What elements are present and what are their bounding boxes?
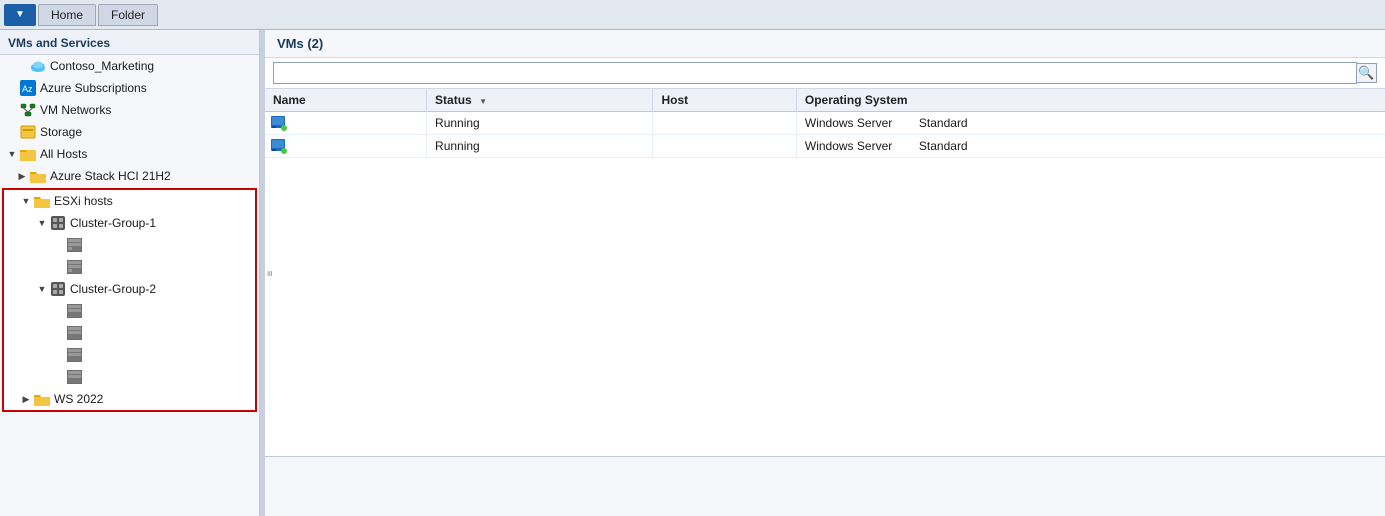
folder-yellow-icon <box>34 391 50 407</box>
sidebar-item-host-2c[interactable] <box>4 344 255 366</box>
tab-folder[interactable]: Folder <box>98 4 158 26</box>
sidebar-header: VMs and Services <box>0 30 259 55</box>
expand-arrow <box>52 349 64 361</box>
storage-icon <box>20 124 36 140</box>
content-title: VMs (2) <box>277 36 323 51</box>
table-header-row: Name Status ▼ Host Operating System <box>265 89 1385 112</box>
vm-status-cell: Running <box>427 112 653 135</box>
expand-arrow <box>6 148 18 160</box>
folder-icon <box>20 146 36 162</box>
table-row[interactable]: Running Windows Server Standard <box>265 135 1385 158</box>
azure-icon: Az <box>20 80 36 96</box>
content-header: VMs (2) <box>265 30 1385 58</box>
host-icon <box>66 369 82 385</box>
sidebar-item-ws-2022[interactable]: WS 2022 <box>4 388 255 410</box>
sidebar-item-label: VM Networks <box>40 103 111 117</box>
main-content: VMs (2) 🔍 Name Status ▼ <box>265 30 1385 516</box>
sidebar-item-cluster-group-1[interactable]: Cluster-Group-1 <box>4 212 255 234</box>
expand-arrow <box>52 239 64 251</box>
sidebar-item-label: ESXi hosts <box>54 194 113 208</box>
sidebar-item-host-1a[interactable] <box>4 234 255 256</box>
host-icon <box>66 259 82 275</box>
sidebar-item-all-hosts[interactable]: All Hosts <box>0 143 259 165</box>
search-input[interactable] <box>273 62 1357 84</box>
sidebar-item-contoso-marketing[interactable]: Contoso_Marketing <box>0 55 259 77</box>
vm-host-cell <box>653 112 796 135</box>
sidebar-item-azure-stack-hci[interactable]: Azure Stack HCI 21H2 <box>0 165 259 187</box>
expand-arrow <box>36 283 48 295</box>
top-bar: ▼ Home Folder <box>0 0 1385 30</box>
sidebar-item-label: Cluster-Group-2 <box>70 282 156 296</box>
app-logo[interactable]: ▼ <box>4 4 36 26</box>
vm-name-cell <box>265 135 427 158</box>
sidebar-item-label: Storage <box>40 125 82 139</box>
sidebar-item-host-2d[interactable] <box>4 366 255 388</box>
tab-home[interactable]: Home <box>38 4 96 26</box>
expand-arrow <box>6 82 18 94</box>
host-icon <box>66 237 82 253</box>
svg-text:Az: Az <box>22 84 33 94</box>
expand-arrow <box>20 195 32 207</box>
vm-os-cell: Windows Server Standard <box>796 112 1385 135</box>
sidebar-item-host-1b[interactable] <box>4 256 255 278</box>
cluster-icon <box>50 281 66 297</box>
search-bar: 🔍 <box>265 58 1385 89</box>
esxi-hosts-group: ESXi hosts Cluster-Group-1 <box>2 188 257 412</box>
search-icon[interactable]: 🔍 <box>1357 63 1377 83</box>
vm-icon <box>271 138 287 154</box>
sidebar-item-storage[interactable]: Storage <box>0 121 259 143</box>
sidebar-item-label: Contoso_Marketing <box>50 59 154 73</box>
network-icon <box>20 102 36 118</box>
cluster-icon <box>50 215 66 231</box>
expand-arrow <box>20 393 32 405</box>
host-icon <box>66 325 82 341</box>
sidebar-item-vm-networks[interactable]: VM Networks <box>0 99 259 121</box>
sidebar-item-label: All Hosts <box>40 147 87 161</box>
expand-arrow <box>16 60 28 72</box>
host-icon <box>66 347 82 363</box>
sidebar-content[interactable]: Contoso_Marketing Az Azure Subscriptions <box>0 55 259 516</box>
vm-name-cell <box>265 112 427 135</box>
expand-arrow <box>52 261 64 273</box>
sidebar-item-esxi-hosts[interactable]: ESXi hosts <box>4 190 255 212</box>
sidebar-item-host-2b[interactable] <box>4 322 255 344</box>
folder-yellow-icon <box>34 193 50 209</box>
expand-arrow <box>16 170 28 182</box>
sidebar-item-cluster-group-2[interactable]: Cluster-Group-2 <box>4 278 255 300</box>
vm-table[interactable]: Name Status ▼ Host Operating System <box>265 89 1385 456</box>
expand-arrow <box>52 371 64 383</box>
sidebar-item-label: Cluster-Group-1 <box>70 216 156 230</box>
sidebar: VMs and Services Contoso_Marketing <box>0 30 260 516</box>
bottom-panel <box>265 456 1385 516</box>
sidebar-item-host-2a[interactable] <box>4 300 255 322</box>
col-name[interactable]: Name <box>265 89 427 112</box>
table-row[interactable]: Running Windows Server Standard <box>265 112 1385 135</box>
cloud-icon <box>30 58 46 74</box>
vm-data-table: Name Status ▼ Host Operating System <box>265 89 1385 158</box>
sidebar-item-azure-subscriptions[interactable]: Az Azure Subscriptions <box>0 77 259 99</box>
col-os[interactable]: Operating System <box>796 89 1385 112</box>
sidebar-item-label: Azure Stack HCI 21H2 <box>50 169 171 183</box>
vm-status-cell: Running <box>427 135 653 158</box>
sidebar-item-label: WS 2022 <box>54 392 103 406</box>
expand-arrow <box>52 305 64 317</box>
expand-arrow <box>36 217 48 229</box>
expand-arrow <box>52 327 64 339</box>
host-icon <box>66 303 82 319</box>
main-layout: VMs and Services Contoso_Marketing <box>0 30 1385 516</box>
sidebar-item-label: Azure Subscriptions <box>40 81 147 95</box>
vm-icon <box>271 115 287 131</box>
folder-icon <box>30 168 46 184</box>
expand-arrow <box>6 126 18 138</box>
vm-host-cell <box>653 135 796 158</box>
col-status[interactable]: Status ▼ <box>427 89 653 112</box>
vm-os-cell: Windows Server Standard <box>796 135 1385 158</box>
sort-arrow: ▼ <box>479 97 487 106</box>
col-host[interactable]: Host <box>653 89 796 112</box>
expand-arrow <box>6 104 18 116</box>
